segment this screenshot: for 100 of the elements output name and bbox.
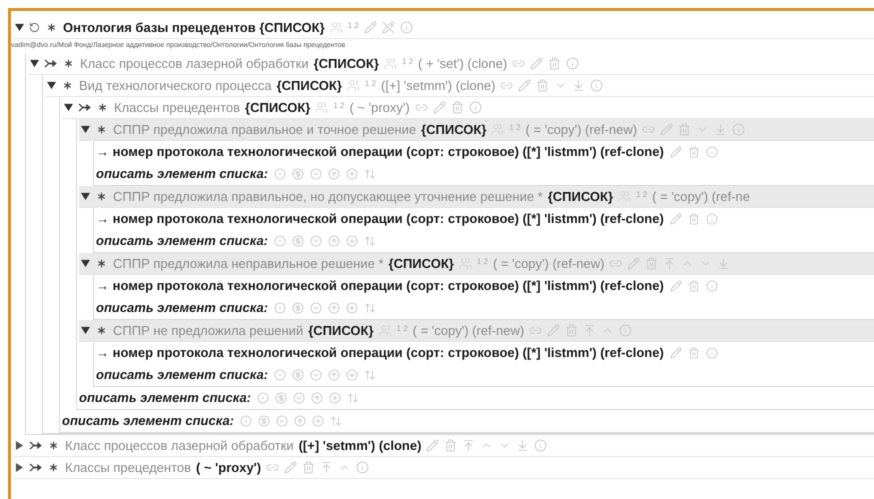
pencil-icon[interactable] — [432, 101, 446, 114]
trash-icon[interactable] — [645, 257, 658, 270]
circled-dollar-icon[interactable] — [258, 415, 270, 427]
circled-plus-icon[interactable] — [346, 302, 358, 314]
info-icon[interactable] — [590, 79, 604, 92]
up-down-arrow-icon[interactable] — [364, 235, 376, 247]
circled-arrow-up-icon[interactable] — [328, 369, 340, 381]
people-icon[interactable] — [458, 257, 472, 270]
circled-dot-icon[interactable] — [274, 168, 286, 180]
people-icon[interactable] — [491, 123, 504, 136]
circled-dollar-icon[interactable] — [292, 369, 304, 381]
info-icon[interactable] — [732, 123, 746, 136]
circled-chevron-icon[interactable] — [310, 235, 322, 247]
circled-chevron-icon[interactable] — [276, 415, 288, 427]
trash-icon[interactable] — [688, 347, 700, 359]
circled-dollar-icon[interactable] — [292, 302, 304, 314]
circled-arrow-up-icon[interactable] — [328, 168, 340, 180]
expanded-triangle-icon[interactable] — [81, 326, 90, 335]
up-down-arrow-icon[interactable] — [364, 302, 376, 314]
trash-icon[interactable] — [688, 280, 700, 292]
circled-plus-icon[interactable] — [346, 369, 358, 381]
expanded-triangle-icon[interactable] — [64, 103, 73, 112]
circled-dollar-icon[interactable] — [275, 392, 288, 404]
people-icon[interactable] — [346, 79, 360, 92]
circled-dollar-icon[interactable] — [292, 168, 304, 180]
info-icon[interactable] — [619, 324, 632, 337]
circled-dot-icon[interactable] — [257, 392, 270, 404]
info-icon[interactable] — [706, 146, 718, 158]
trash-icon[interactable] — [444, 439, 458, 452]
pencil-icon[interactable] — [518, 79, 532, 92]
expanded-triangle-icon[interactable] — [47, 81, 56, 90]
trash-icon[interactable] — [536, 79, 550, 92]
info-icon[interactable] — [356, 461, 370, 474]
people-icon[interactable] — [378, 324, 392, 337]
circled-chevron-icon[interactable] — [293, 392, 306, 404]
pencil-icon[interactable] — [670, 347, 682, 359]
trash-icon[interactable] — [302, 461, 316, 474]
pencil-icon[interactable] — [284, 461, 298, 474]
people-icon[interactable] — [315, 101, 328, 114]
trash-icon[interactable] — [688, 213, 700, 225]
move-bottom-icon[interactable] — [516, 439, 530, 452]
pencil-icon[interactable] — [660, 123, 674, 136]
circled-arrow-up-icon[interactable] — [294, 415, 306, 427]
crossed-pencil-icon[interactable] — [382, 21, 395, 34]
expanded-triangle-icon[interactable] — [81, 259, 90, 268]
concept-row[interactable]: СППР предложила правильное, но допускающее уточнение решение * {СПИСОК} 1 2 ( = 'copy') (ref-ne — [79, 186, 874, 208]
move-bottom-icon[interactable] — [717, 257, 730, 270]
pencil-icon[interactable] — [670, 280, 682, 292]
people-icon[interactable] — [618, 190, 632, 203]
people-icon[interactable] — [384, 57, 397, 70]
move-top-icon[interactable] — [320, 461, 334, 474]
people-icon[interactable] — [330, 21, 343, 34]
trash-icon[interactable] — [678, 123, 692, 136]
circled-dot-icon[interactable] — [274, 235, 286, 247]
move-top-icon[interactable] — [663, 257, 676, 270]
pencil-icon[interactable] — [627, 257, 640, 270]
pencil-icon[interactable] — [547, 324, 560, 337]
trash-icon[interactable] — [688, 146, 700, 158]
pencil-icon[interactable] — [670, 213, 682, 225]
concept-row[interactable]: СППР предложила неправильное решение * {СПИСОК} 1 2 ( = 'copy') (ref-new) — [79, 253, 874, 275]
pencil-icon[interactable] — [426, 439, 440, 452]
move-top-icon[interactable] — [462, 439, 476, 452]
circled-arrow-up-icon[interactable] — [328, 302, 340, 314]
circled-plus-icon[interactable] — [346, 168, 358, 180]
collapsed-triangle-icon[interactable] — [15, 463, 24, 472]
circled-arrow-up-icon[interactable] — [311, 392, 324, 404]
trash-icon[interactable] — [565, 324, 578, 337]
move-bottom-icon[interactable] — [572, 79, 586, 92]
concept-row[interactable]: СППР предложила правильное и точное решение {СПИСОК} 1 2 ( = 'copy') (ref-new) — [79, 119, 874, 141]
circled-plus-icon[interactable] — [346, 235, 358, 247]
pencil-icon[interactable] — [364, 21, 377, 34]
up-down-arrow-icon[interactable] — [364, 369, 376, 381]
up-down-arrow-icon[interactable] — [364, 168, 376, 180]
trash-icon[interactable] — [548, 57, 562, 70]
concept-row[interactable]: СППР не предложила решений {СПИСОК} 1 2 ( = 'copy') (ref-new) — [79, 320, 874, 342]
info-icon[interactable] — [706, 213, 718, 225]
circled-plus-icon[interactable] — [329, 392, 342, 404]
circled-plus-icon[interactable] — [312, 415, 324, 427]
circled-dot-icon[interactable] — [274, 369, 286, 381]
circled-dot-icon[interactable] — [240, 415, 252, 427]
circled-chevron-icon[interactable] — [310, 369, 322, 381]
collapsed-triangle-icon[interactable] — [15, 441, 24, 450]
info-icon[interactable] — [706, 347, 718, 359]
expanded-triangle-icon[interactable] — [15, 23, 24, 32]
expanded-triangle-icon[interactable] — [81, 192, 90, 201]
pencil-icon[interactable] — [670, 146, 682, 158]
move-bottom-icon[interactable] — [714, 123, 728, 136]
up-down-arrow-icon[interactable] — [347, 392, 360, 404]
info-icon[interactable] — [566, 57, 580, 70]
info-icon[interactable] — [400, 21, 413, 34]
circled-arrow-up-icon[interactable] — [328, 235, 340, 247]
info-icon[interactable] — [534, 439, 548, 452]
pencil-icon[interactable] — [530, 57, 544, 70]
move-top-icon[interactable] — [583, 324, 596, 337]
circled-chevron-icon[interactable] — [310, 168, 322, 180]
expanded-triangle-icon[interactable] — [30, 59, 39, 68]
circled-chevron-icon[interactable] — [310, 302, 322, 314]
info-icon[interactable] — [706, 280, 718, 292]
trash-icon[interactable] — [450, 101, 464, 114]
up-down-arrow-icon[interactable] — [330, 415, 342, 427]
